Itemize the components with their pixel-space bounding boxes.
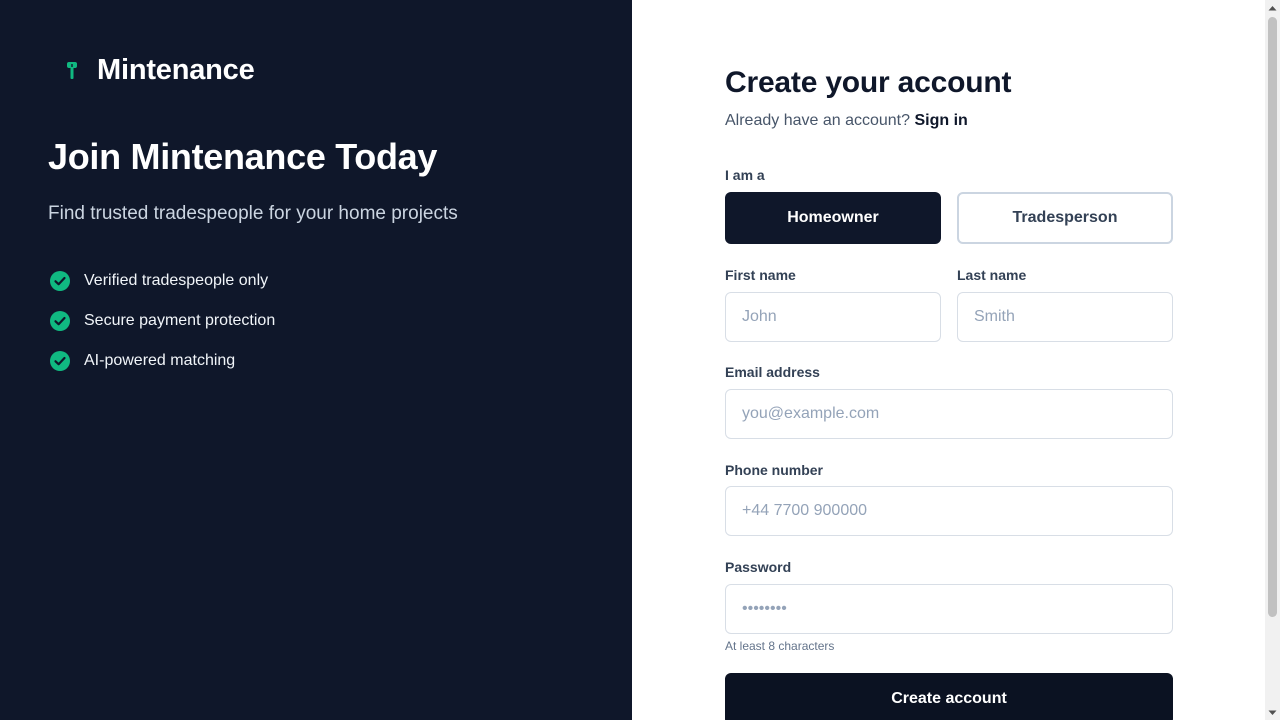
feature-text: AI-powered matching	[84, 352, 236, 369]
role-label: I am a	[725, 167, 765, 183]
check-circle-icon	[50, 311, 70, 331]
first-name-label: First name	[725, 267, 796, 283]
feature-item: Secure payment protection	[50, 301, 275, 341]
email-label: Email address	[725, 364, 820, 380]
last-name-field[interactable]	[957, 292, 1173, 342]
check-circle-icon	[50, 351, 70, 371]
last-name-label: Last name	[957, 267, 1027, 283]
hero-subtitle: Find trusted tradespeople for your home …	[48, 203, 458, 224]
hero-panel: Mintenance Join Mintenance Today Find tr…	[0, 0, 632, 720]
signin-prompt: Already have an account? Sign in	[725, 112, 968, 130]
email-field[interactable]	[725, 389, 1173, 439]
create-account-button[interactable]: Create account	[725, 673, 1173, 720]
password-label: Password	[725, 559, 792, 575]
scroll-down-icon[interactable]	[1265, 705, 1280, 720]
scroll-up-icon[interactable]	[1265, 0, 1280, 15]
feature-list: Verified tradespeople only Secure paymen…	[50, 261, 275, 381]
hero-title: Join Mintenance Today	[48, 136, 438, 177]
signup-panel: Create your account Already have an acco…	[632, 0, 1265, 720]
wrench-icon	[63, 55, 81, 87]
form-title: Create your account	[725, 66, 1012, 99]
scrollbar[interactable]	[1265, 0, 1280, 720]
password-field[interactable]	[725, 584, 1173, 634]
first-name-field[interactable]	[725, 292, 941, 342]
feature-text: Secure payment protection	[84, 312, 276, 329]
feature-item: Verified tradespeople only	[50, 261, 275, 301]
brand: Mintenance	[63, 54, 255, 87]
role-homeowner-button[interactable]: Homeowner	[725, 192, 941, 244]
feature-text: Verified tradespeople only	[84, 272, 269, 289]
role-tradesperson-button[interactable]: Tradesperson	[957, 192, 1173, 244]
signin-prompt-text: Already have an account?	[725, 112, 911, 129]
feature-item: AI-powered matching	[50, 341, 275, 381]
password-hint: At least 8 characters	[725, 639, 835, 653]
phone-field[interactable]	[725, 486, 1173, 536]
phone-label: Phone number	[725, 462, 824, 478]
check-circle-icon	[50, 271, 70, 291]
scrollbar-thumb[interactable]	[1268, 17, 1277, 617]
signin-link[interactable]: Sign in	[914, 112, 967, 129]
brand-name: Mintenance	[97, 54, 255, 86]
